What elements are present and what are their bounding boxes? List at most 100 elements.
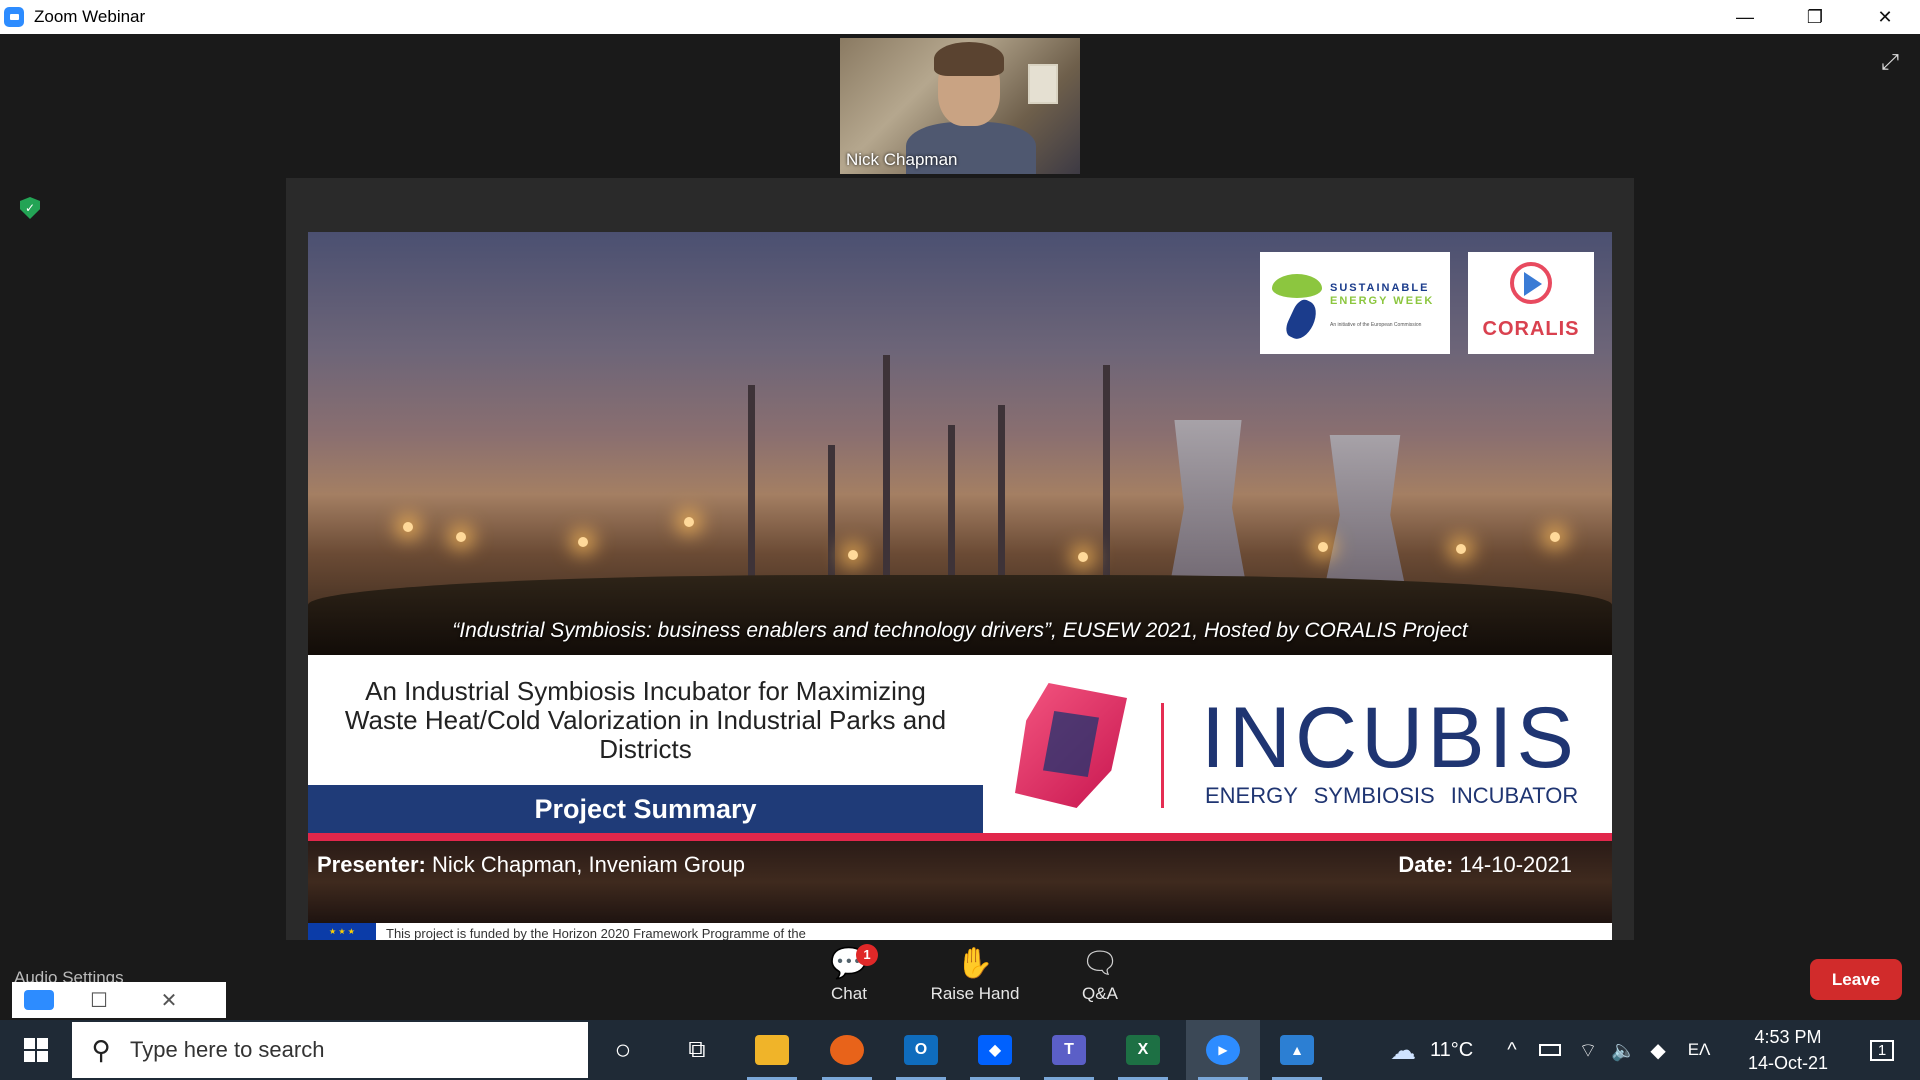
chimney bbox=[998, 405, 1005, 595]
notification-center-icon[interactable]: 1 bbox=[1856, 1020, 1908, 1080]
file-explorer-glyph bbox=[755, 1035, 789, 1065]
dropbox-glyph: ◆ bbox=[978, 1035, 1012, 1065]
participant-name: Nick Chapman bbox=[846, 150, 958, 169]
wifi-icon[interactable]: ⌔ bbox=[1579, 1038, 1598, 1063]
dropbox-tray-icon[interactable]: ◆ bbox=[1650, 1038, 1665, 1063]
participant-hair bbox=[934, 42, 1004, 76]
zoom-glyph: ▶ bbox=[1206, 1035, 1240, 1065]
chimney bbox=[948, 425, 955, 595]
clock-time: 4:53 PM bbox=[1754, 1027, 1822, 1047]
event-caption: “Industrial Symbiosis: business enablers… bbox=[452, 619, 1468, 642]
incubis-logo: INCUBIS ENERGY SYMBIOSIS INCUBATOR bbox=[983, 655, 1612, 833]
chat-label: Chat bbox=[831, 984, 867, 1003]
plant-light bbox=[684, 517, 694, 527]
minimized-video-window[interactable]: ☐ ✕ bbox=[12, 982, 226, 1018]
plant-light bbox=[403, 522, 413, 532]
window-title: Zoom Webinar bbox=[34, 7, 146, 26]
weather-icon[interactable]: ☁ bbox=[1390, 1035, 1416, 1066]
background-picture bbox=[1028, 64, 1058, 104]
cortana-icon[interactable]: ○ bbox=[586, 1020, 660, 1080]
funding-footer: ★ ★ ★ This project is funded by the Hori… bbox=[308, 923, 1612, 940]
mini-close-button[interactable]: ✕ bbox=[144, 988, 194, 1013]
project-summary-bar: Project Summary bbox=[308, 785, 983, 833]
expand-icon[interactable]: ⤢ bbox=[1878, 50, 1902, 74]
photos-glyph: ▲ bbox=[1280, 1035, 1314, 1065]
plant-light bbox=[848, 550, 858, 560]
cooling-tower bbox=[1323, 435, 1407, 595]
leave-button[interactable]: Leave bbox=[1810, 959, 1902, 1000]
plant-light bbox=[1550, 532, 1560, 542]
search-icon: ⚲ bbox=[91, 1034, 111, 1065]
taskbar-search[interactable]: ⚲ Type here to search bbox=[72, 1022, 588, 1078]
shared-slide: SUSTAINABLE ENERGY WEEK An initiative of… bbox=[308, 232, 1612, 940]
incubis-tagline: ENERGY SYMBIOSIS INCUBATOR bbox=[1205, 783, 1579, 808]
teams-icon[interactable]: T bbox=[1032, 1020, 1106, 1080]
clock-date: 14-Oct-21 bbox=[1747, 1053, 1829, 1073]
cortana-glyph: ○ bbox=[614, 1034, 632, 1065]
chimney bbox=[883, 355, 890, 595]
search-placeholder: Type here to search bbox=[130, 1037, 325, 1062]
task-view-glyph: ⧉ bbox=[688, 1036, 706, 1063]
eusew-logo-line2: ENERGY WEEK bbox=[1330, 295, 1435, 307]
language-indicator[interactable]: EΛ bbox=[1688, 1040, 1711, 1060]
task-view-icon[interactable]: ⧉ bbox=[660, 1020, 734, 1080]
date-info: Date: 14-10-2021 bbox=[1398, 852, 1572, 878]
notification-count: 1 bbox=[1869, 1039, 1895, 1061]
restore-button[interactable]: ❐ bbox=[1780, 0, 1850, 34]
coralis-mark bbox=[1510, 262, 1552, 304]
firefox-glyph bbox=[830, 1035, 864, 1065]
chimney bbox=[1103, 365, 1110, 595]
coralis-logo-text: CORALIS bbox=[1482, 318, 1580, 340]
industrial-plant-photo: SUSTAINABLE ENERGY WEEK An initiative of… bbox=[308, 232, 1612, 655]
chat-unread-badge: 1 bbox=[856, 944, 878, 966]
dropbox-icon[interactable]: ◆ bbox=[958, 1020, 1032, 1080]
eusew-logo: SUSTAINABLE ENERGY WEEK An initiative of… bbox=[1260, 252, 1450, 354]
taskbar-clock[interactable]: 4:53 PM 14-Oct-21 bbox=[1740, 1024, 1836, 1076]
volume-icon[interactable]: 🔈 bbox=[1611, 1038, 1636, 1063]
raise-hand-label: Raise Hand bbox=[930, 984, 1020, 1003]
chat-button[interactable]: 💬 1 Chat bbox=[794, 944, 904, 1004]
chimney bbox=[828, 445, 835, 595]
file-explorer-icon[interactable] bbox=[735, 1020, 809, 1080]
temperature[interactable]: 11°C bbox=[1430, 1039, 1473, 1062]
presenter-info: Presenter: Nick Chapman, Inveniam Group bbox=[317, 852, 745, 878]
eusew-logo-small: An initiative of the European Commission bbox=[1330, 322, 1422, 328]
hand-icon: ✋ bbox=[956, 947, 994, 980]
raise-hand-button[interactable]: ✋ Raise Hand bbox=[920, 944, 1030, 1004]
project-summary-label: Project Summary bbox=[534, 793, 757, 824]
plant-light bbox=[1456, 544, 1466, 554]
close-button[interactable]: ✕ bbox=[1850, 0, 1920, 34]
battery-icon[interactable] bbox=[1538, 1044, 1561, 1056]
participant-video[interactable]: Nick Chapman bbox=[840, 38, 1080, 174]
plant-light bbox=[1318, 542, 1328, 552]
photos-icon[interactable]: ▲ bbox=[1260, 1020, 1334, 1080]
start-button[interactable] bbox=[0, 1020, 72, 1080]
plant-light bbox=[456, 532, 466, 542]
qa-label: Q&A bbox=[1082, 984, 1118, 1003]
incubis-separator bbox=[1161, 703, 1164, 808]
minimize-button[interactable]: — bbox=[1710, 0, 1780, 34]
tray-chevron-icon[interactable]: ^ bbox=[1507, 1039, 1516, 1062]
qa-button[interactable]: 🗨 Q&A bbox=[1045, 944, 1155, 1004]
zoom-mini-icon bbox=[24, 990, 54, 1010]
outlook-icon[interactable]: O bbox=[884, 1020, 958, 1080]
outlook-glyph: O bbox=[904, 1035, 938, 1065]
firefox-icon[interactable] bbox=[810, 1020, 884, 1080]
teams-glyph: T bbox=[1052, 1035, 1086, 1065]
date-label: Date: bbox=[1398, 852, 1454, 877]
mini-restore-button[interactable]: ☐ bbox=[74, 988, 124, 1013]
chat-icon: 💬 bbox=[830, 947, 868, 980]
plant-light bbox=[1078, 552, 1088, 562]
date-value: 14-10-2021 bbox=[1459, 852, 1572, 877]
slide-title-box: An Industrial Symbiosis Incubator for Ma… bbox=[308, 655, 983, 785]
security-shield-icon[interactable]: ✓ bbox=[20, 197, 40, 219]
system-tray: ☁ 11°C ^ ⌔ 🔈 ◆ EΛ bbox=[1390, 1020, 1710, 1080]
accent-divider bbox=[308, 833, 1612, 841]
coralis-logo: CORALIS bbox=[1468, 252, 1594, 354]
zoom-taskbar-icon[interactable]: ▶ bbox=[1186, 1020, 1260, 1080]
eusew-logo-line1: SUSTAINABLE bbox=[1330, 282, 1430, 294]
excel-icon[interactable]: X bbox=[1106, 1020, 1180, 1080]
slide-title: An Industrial Symbiosis Incubator for Ma… bbox=[344, 675, 947, 764]
window-controls: — ❐ ✕ bbox=[1710, 0, 1920, 34]
eusew-leaf bbox=[1282, 296, 1322, 344]
